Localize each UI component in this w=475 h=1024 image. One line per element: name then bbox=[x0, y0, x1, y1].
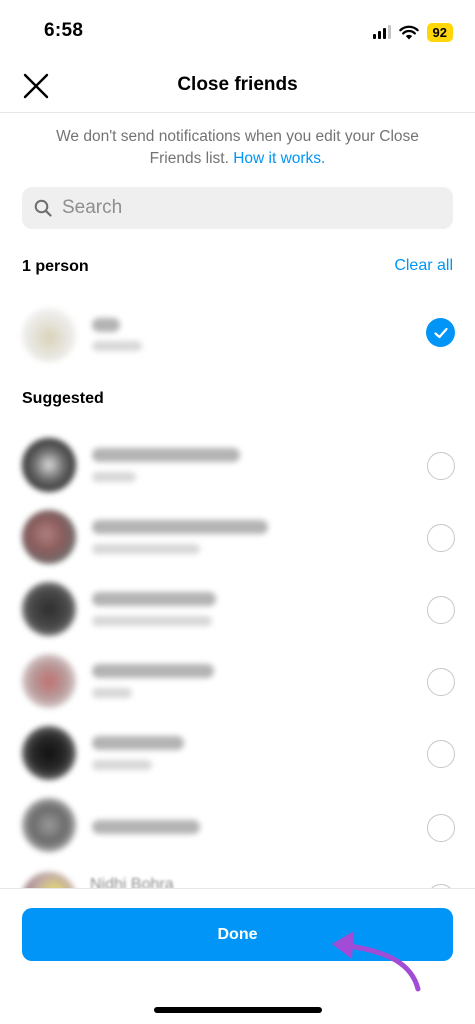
suggested-friend-row[interactable] bbox=[0, 430, 475, 502]
nav-header: Close friends bbox=[0, 60, 475, 113]
annotation-arrow-icon bbox=[332, 931, 421, 992]
suggested-friend-row[interactable] bbox=[0, 646, 475, 718]
wifi-icon bbox=[398, 25, 419, 39]
avatar bbox=[22, 582, 76, 636]
select-checkbox[interactable] bbox=[427, 524, 455, 552]
friend-username bbox=[92, 544, 200, 554]
friend-name bbox=[92, 592, 216, 606]
friend-name bbox=[92, 736, 184, 750]
avatar bbox=[22, 308, 76, 362]
check-icon bbox=[433, 327, 448, 338]
select-checkbox[interactable] bbox=[427, 668, 455, 696]
home-indicator bbox=[154, 1007, 322, 1013]
select-checkbox[interactable] bbox=[427, 452, 455, 480]
friend-name bbox=[92, 520, 268, 534]
clear-all-button[interactable]: Clear all bbox=[394, 257, 453, 275]
avatar bbox=[22, 510, 76, 564]
selected-friend-row[interactable] bbox=[0, 298, 475, 370]
avatar bbox=[22, 726, 76, 780]
friend-username bbox=[92, 472, 136, 482]
search-bar[interactable] bbox=[22, 187, 453, 229]
select-checkbox[interactable] bbox=[427, 596, 455, 624]
signal-icon bbox=[372, 25, 391, 39]
battery-indicator: 92 bbox=[426, 22, 453, 42]
friend-username bbox=[92, 760, 152, 770]
select-checkbox[interactable] bbox=[427, 814, 455, 842]
friend-username bbox=[92, 688, 132, 698]
status-bar: 6:58 92 bbox=[0, 0, 475, 60]
status-time: 6:58 bbox=[44, 20, 84, 41]
suggested-friend-row[interactable] bbox=[0, 502, 475, 574]
search-icon bbox=[34, 199, 52, 217]
suggested-friend-row[interactable] bbox=[0, 718, 475, 790]
selected-count-label: 1 person bbox=[22, 258, 89, 275]
select-checkbox-checked[interactable] bbox=[426, 318, 455, 347]
avatar bbox=[22, 654, 76, 708]
suggested-friend-row[interactable] bbox=[0, 574, 475, 646]
friend-name bbox=[92, 318, 120, 332]
avatar bbox=[22, 438, 76, 492]
select-checkbox[interactable] bbox=[427, 740, 455, 768]
notice-text: We don't send notifications when you edi… bbox=[40, 126, 435, 170]
friend-username bbox=[92, 341, 142, 351]
avatar bbox=[22, 798, 76, 852]
friend-name bbox=[92, 448, 240, 462]
status-icons: 92 bbox=[372, 22, 453, 42]
friend-name bbox=[92, 820, 200, 834]
suggested-label: Suggested bbox=[22, 390, 104, 407]
friend-name bbox=[92, 664, 214, 678]
search-input[interactable] bbox=[60, 196, 424, 220]
friend-username bbox=[92, 616, 212, 626]
suggested-friend-row[interactable] bbox=[0, 790, 475, 862]
page-title: Close friends bbox=[177, 74, 298, 95]
how-it-works-link[interactable]: How it works. bbox=[233, 150, 325, 167]
